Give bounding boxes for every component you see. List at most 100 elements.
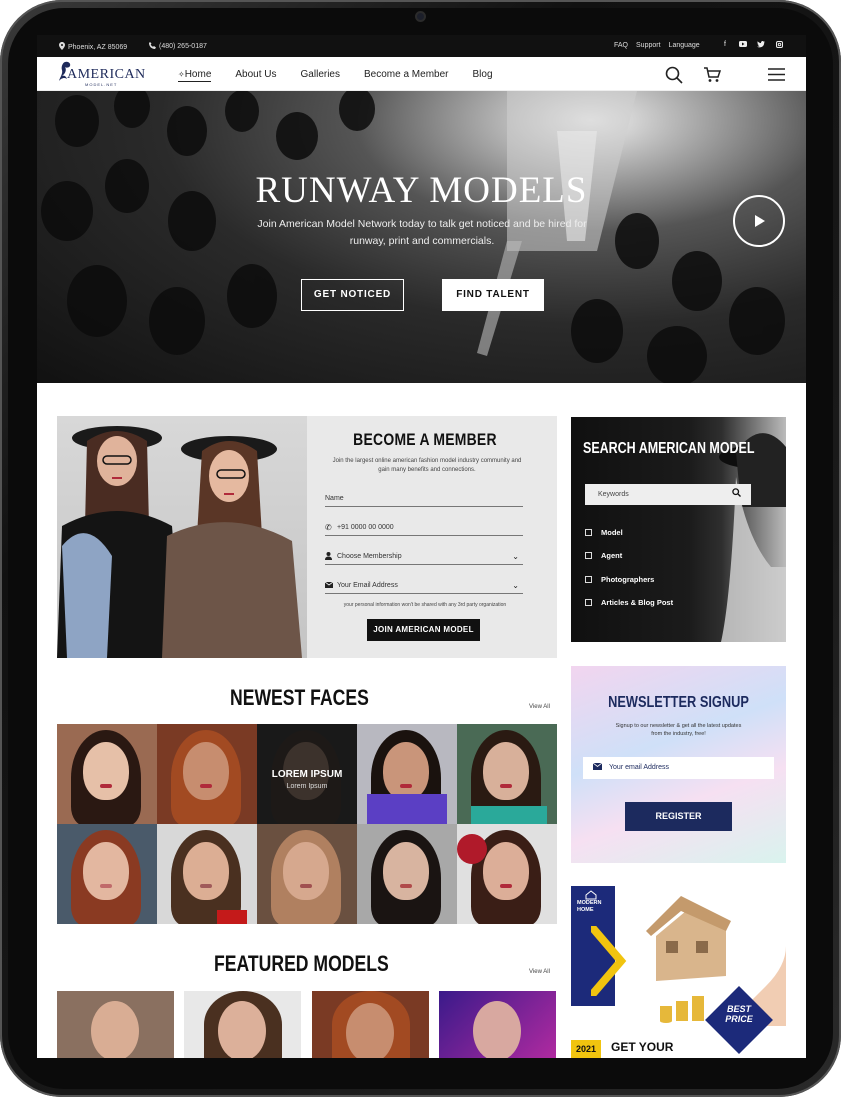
top-links: FAQ Support Language [614, 42, 700, 49]
nav-item-about-us[interactable]: About Us [235, 69, 276, 82]
social-links: f [721, 41, 783, 49]
screen: Phoenix, AZ 85069 (480) 265-0187 FAQ Sup… [37, 35, 806, 1058]
face-card[interactable] [457, 824, 557, 924]
phone-text: (480) 265-0187 [159, 43, 207, 50]
get-noticed-button[interactable]: GET NOTICED [301, 279, 404, 311]
hamburger-menu-icon[interactable] [768, 68, 785, 81]
logo[interactable]: AMERICAN MODEL.NET [57, 60, 146, 88]
search-title: SEARCH AMERICAN MODEL [583, 440, 755, 457]
real-estate-ad[interactable]: MODERN HOME BEST PRICE 2021 GET YOUR [571, 886, 786, 1058]
newsletter-description: Signup to our newsletter & get all the l… [615, 723, 742, 737]
sparkle-icon: ✧ [178, 70, 185, 79]
featured-model-card[interactable] [184, 991, 301, 1058]
member-description: Join the largest online american fashion… [332, 458, 522, 473]
location-text: Phoenix, AZ 85069 [68, 43, 128, 51]
ad-chevron-shape [591, 926, 627, 996]
keywords-input[interactable]: Keywords [585, 484, 751, 505]
checkbox[interactable] [585, 529, 592, 536]
register-button[interactable]: REGISTER [625, 802, 732, 831]
newsletter-email-input[interactable]: Your email Address [583, 757, 774, 779]
option-photographers[interactable]: Photographers [585, 575, 654, 584]
email-field[interactable]: Your Email Address ⌄ [324, 578, 523, 594]
logo-subtext: MODEL.NET [85, 82, 118, 87]
play-video-button[interactable] [733, 195, 785, 247]
face-card[interactable] [57, 724, 157, 824]
play-icon [755, 215, 765, 227]
newsletter-panel: NEWSLETTER SIGNUP Signup to our newslett… [571, 666, 786, 863]
email-placeholder: Your Email Address [337, 582, 398, 589]
envelope-icon [592, 757, 603, 779]
house-model-image [646, 896, 786, 1026]
ad-year: 2021 [571, 1040, 601, 1058]
nav-item-become-member[interactable]: Become a Member [364, 69, 448, 82]
phone[interactable]: (480) 265-0187 [149, 42, 207, 51]
join-button[interactable]: JOIN AMERICAN MODEL [367, 619, 480, 641]
featured-view-all-link[interactable]: View All [529, 969, 550, 975]
face-card[interactable] [257, 824, 357, 924]
newsletter-email-placeholder: Your email Address [609, 764, 670, 771]
newsletter-title: NEWSLETTER SIGNUP [608, 694, 749, 711]
cart-icon[interactable] [703, 67, 721, 83]
face-card[interactable] [57, 824, 157, 924]
newest-view-all-link[interactable]: View All [529, 704, 550, 710]
option-label: Agent [601, 551, 623, 560]
option-agent[interactable]: Agent [585, 551, 622, 560]
option-articles[interactable]: Articles & Blog Post [585, 598, 673, 607]
ad-headline: GET YOUR [611, 1040, 674, 1054]
ad-tag: MODERN HOME [577, 900, 602, 913]
search-icon[interactable] [732, 484, 741, 505]
support-link[interactable]: Support [636, 42, 661, 49]
tablet-frame: Phoenix, AZ 85069 (480) 265-0187 FAQ Sup… [0, 0, 841, 1097]
keywords-placeholder: Keywords [598, 491, 629, 498]
face-card-featured[interactable]: LOREM IPSUM Lorem Ipsum [257, 724, 357, 824]
newest-faces-title: NEWEST FACES [230, 685, 369, 710]
phone-field[interactable]: ✆ +91 0000 00 0000 [325, 520, 523, 536]
hero-banner: RUNWAY MODELS Join American Model Networ… [37, 91, 806, 383]
nav-item-blog[interactable]: Blog [472, 69, 492, 82]
find-talent-button[interactable]: FIND TALENT [442, 279, 544, 311]
camera-dot [415, 11, 426, 22]
home-icon [585, 890, 597, 900]
face-card[interactable] [357, 724, 457, 824]
face-card[interactable] [157, 724, 257, 824]
language-link[interactable]: Language [669, 42, 700, 49]
name-field[interactable]: Name [325, 491, 523, 507]
overlay-subtitle: Lorem Ipsum [286, 783, 328, 790]
membership-placeholder: Choose Membership [337, 553, 402, 560]
nav-item-home-label: Home [184, 69, 212, 80]
featured-model-card[interactable] [439, 991, 556, 1058]
checkbox[interactable] [585, 552, 592, 559]
face-card[interactable] [357, 824, 457, 924]
top-bar: Phoenix, AZ 85069 (480) 265-0187 FAQ Sup… [37, 35, 806, 57]
face-card[interactable] [157, 824, 257, 924]
facebook-icon[interactable]: f [721, 41, 729, 49]
location: Phoenix, AZ 85069 [59, 42, 127, 52]
option-label: Model [601, 528, 623, 537]
hero-title: RUNWAY MODELS [255, 170, 588, 211]
face-card[interactable] [457, 724, 557, 824]
logo-text: AMERICAN [67, 67, 146, 82]
checkbox[interactable] [585, 576, 592, 583]
featured-model-card[interactable] [57, 991, 174, 1058]
twitter-icon[interactable] [757, 41, 765, 49]
map-pin-icon [59, 42, 65, 52]
instagram-icon[interactable] [775, 41, 783, 49]
membership-select[interactable]: Choose Membership ⌄ [325, 549, 523, 565]
phone-icon: ✆ [325, 523, 332, 532]
checkbox[interactable] [585, 599, 592, 606]
member-title: BECOME A MEMBER [353, 430, 497, 449]
featured-model-card[interactable] [312, 991, 429, 1058]
member-models-image [57, 416, 307, 658]
nav-item-galleries[interactable]: Galleries [301, 69, 340, 82]
youtube-icon[interactable] [739, 41, 747, 49]
search-icon[interactable] [665, 66, 683, 84]
nav-item-home[interactable]: ✧Home [178, 69, 212, 82]
option-model[interactable]: Model [585, 528, 623, 537]
faq-link[interactable]: FAQ [614, 42, 628, 49]
main-nav: AMERICAN MODEL.NET ✧Home About Us Galler… [37, 57, 806, 91]
chevron-down-icon: ⌄ [512, 581, 519, 590]
newest-faces-grid: LOREM IPSUM Lorem Ipsum [57, 724, 557, 924]
envelope-icon [324, 581, 337, 590]
user-icon [325, 551, 337, 562]
privacy-note: your personal information won't be share… [343, 602, 507, 608]
